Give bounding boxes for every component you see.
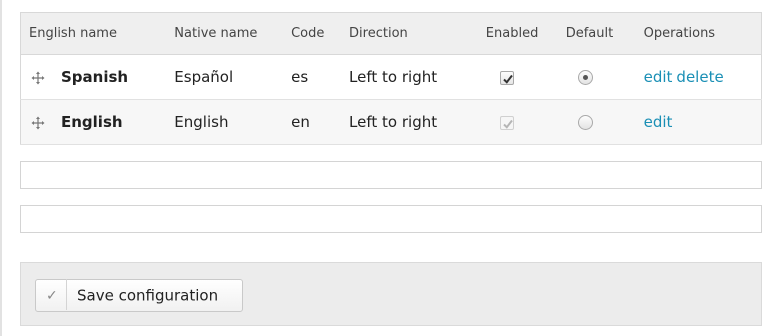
header-english-name: English name (20, 12, 167, 55)
table-row: Spanish Español es Left to right edit del… (20, 55, 762, 100)
page-left-border (0, 0, 2, 336)
english-name-cell: English (21, 100, 167, 145)
enabled-cell (478, 55, 558, 100)
save-configuration-button[interactable]: ✓ Save configuration (35, 279, 243, 312)
language-code: en (291, 113, 310, 131)
header-native-name: Native name (166, 12, 284, 55)
form-actions: ✓ Save configuration (20, 262, 762, 326)
empty-panel-2 (20, 205, 762, 233)
language-native-name: Español (174, 68, 234, 86)
save-button-label: Save configuration (77, 286, 219, 305)
enabled-checkbox-disabled (499, 115, 514, 130)
header-operations: Operations (635, 12, 762, 55)
language-english-name: English (61, 113, 123, 131)
english-name-cell: Spanish (21, 55, 167, 100)
operations-cell: edit delete (636, 55, 762, 100)
language-code: es (291, 68, 309, 86)
header-direction: Direction (341, 12, 478, 55)
edit-link[interactable]: edit (644, 68, 673, 86)
delete-link[interactable]: delete (676, 68, 723, 86)
default-radio[interactable] (578, 70, 594, 85)
languages-table: English name Native name Code Direction … (20, 12, 762, 145)
table-row: English English en Left to right edit (20, 99, 762, 145)
language-direction: Left to right (349, 68, 438, 86)
default-cell (558, 100, 636, 145)
enabled-checkbox[interactable] (499, 70, 514, 85)
header-enabled: Enabled (477, 12, 558, 55)
enabled-cell (478, 100, 558, 145)
checkmark-icon: ✓ (46, 288, 58, 304)
default-radio[interactable] (578, 115, 594, 130)
edit-link[interactable]: edit (644, 113, 673, 131)
drag-handle-icon[interactable] (31, 71, 45, 85)
operations-cell: edit (636, 100, 762, 145)
drag-handle-icon[interactable] (31, 116, 45, 130)
header-default: Default (557, 12, 636, 55)
empty-panel-1 (20, 161, 762, 189)
button-divider (66, 279, 67, 310)
header-code: Code (283, 12, 342, 55)
language-native-name: English (174, 113, 229, 131)
table-header-row: English name Native name Code Direction … (20, 12, 762, 55)
language-english-name: Spanish (61, 68, 129, 86)
default-cell (558, 55, 636, 100)
language-direction: Left to right (349, 113, 438, 131)
